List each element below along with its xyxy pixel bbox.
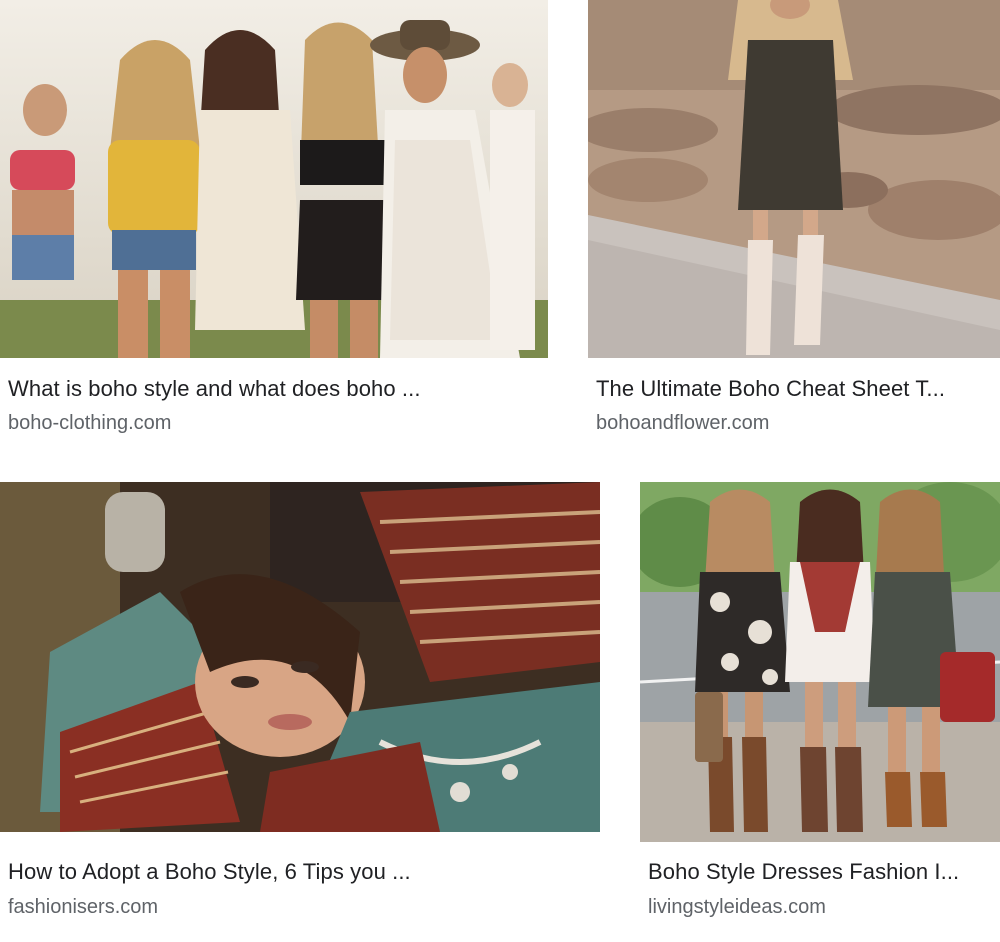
- result-title[interactable]: The Ultimate Boho Cheat Sheet T...: [596, 376, 986, 402]
- result-source[interactable]: livingstyleideas.com: [648, 896, 826, 919]
- result-source[interactable]: fashionisers.com: [8, 896, 158, 919]
- result-title[interactable]: Boho Style Dresses Fashion I...: [648, 859, 992, 885]
- festival-women-image: [0, 0, 548, 358]
- result-thumbnail[interactable]: [0, 0, 548, 358]
- result-thumbnail[interactable]: [640, 482, 1000, 842]
- result-title[interactable]: How to Adopt a Boho Style, 6 Tips you ..…: [8, 859, 588, 885]
- result-thumbnail[interactable]: [588, 0, 1000, 358]
- three-women-road-image: [640, 482, 1000, 842]
- image-result-card[interactable]: Boho Style Dresses Fashion I... livingst…: [640, 482, 1000, 932]
- result-source[interactable]: boho-clothing.com: [8, 412, 171, 435]
- image-result-card[interactable]: How to Adopt a Boho Style, 6 Tips you ..…: [0, 482, 600, 932]
- image-result-card[interactable]: What is boho style and what does boho ..…: [0, 0, 548, 450]
- desert-woman-image: [588, 0, 1000, 358]
- result-thumbnail[interactable]: [0, 482, 600, 832]
- woman-lying-in-grass-image: [0, 482, 600, 832]
- result-source[interactable]: bohoandflower.com: [596, 412, 769, 435]
- image-result-card[interactable]: The Ultimate Boho Cheat Sheet T... bohoa…: [588, 0, 1000, 450]
- result-title[interactable]: What is boho style and what does boho ..…: [8, 376, 538, 402]
